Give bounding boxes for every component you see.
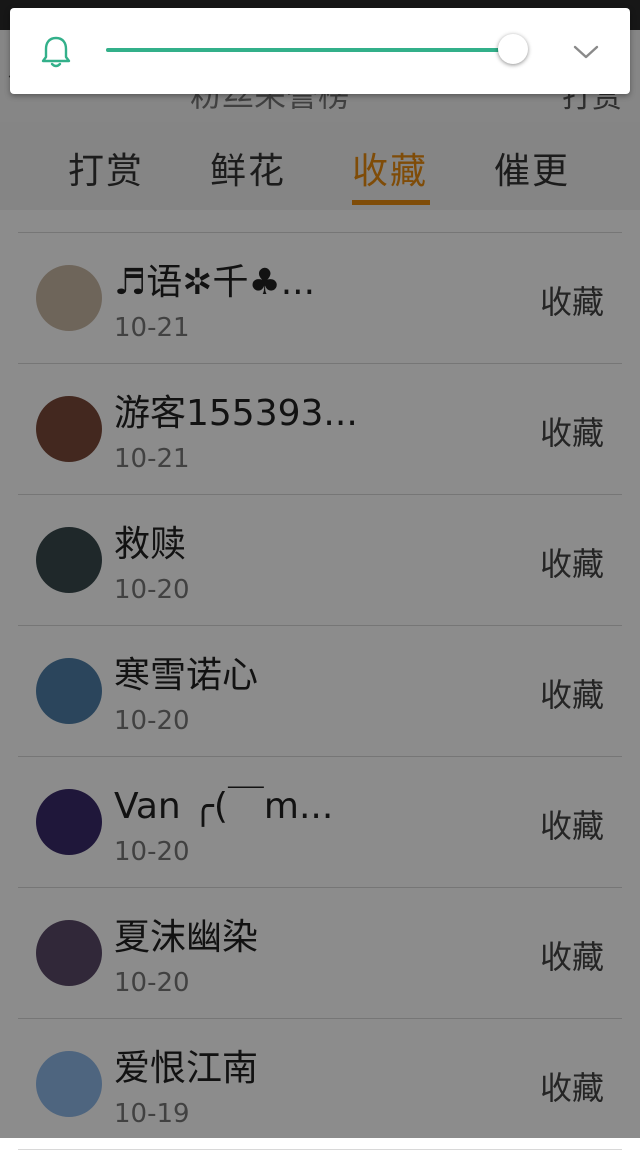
action-label: 收藏 (539, 938, 604, 976)
action-label: 收藏 (539, 1069, 604, 1107)
volume-fill (106, 48, 514, 52)
list-item[interactable]: 游客155393... 10-21 收藏 (18, 364, 622, 495)
tab-reward[interactable]: 打赏 (68, 142, 144, 194)
bell-icon[interactable] (38, 34, 74, 70)
avatar (36, 1051, 102, 1117)
user-name: 爱恨江南 (114, 1048, 259, 1089)
list-item[interactable]: ♬语✲千♣... 10-21 收藏 (18, 233, 622, 364)
list-item[interactable]: 夏沫幽染 10-20 收藏 (18, 888, 622, 1019)
date-label: 10-21 (114, 444, 190, 474)
volume-panel (10, 8, 630, 94)
volume-slider[interactable] (106, 34, 529, 64)
list-item[interactable]: 救赎 10-20 收藏 (18, 495, 622, 626)
user-name: 救赎 (114, 524, 187, 565)
date-label: 10-20 (114, 837, 190, 867)
action-label: 收藏 (539, 676, 604, 714)
list-item[interactable]: 寒雪诺心 10-20 收藏 (18, 626, 622, 757)
list-item[interactable]: Van ╭(￣m... 10-20 收藏 (18, 757, 622, 888)
user-name: 游客155393... (114, 393, 358, 434)
avatar (36, 658, 102, 724)
action-label: 收藏 (539, 414, 604, 452)
tab-urge-update[interactable]: 催更 (494, 142, 570, 194)
list-item[interactable]: 爱恨江南 10-19 收藏 (18, 1019, 622, 1150)
date-label: 10-21 (114, 313, 190, 343)
avatar (36, 527, 102, 593)
avatar (36, 920, 102, 986)
action-label: 收藏 (539, 545, 604, 583)
user-name: Van ╭(￣m... (114, 786, 334, 827)
avatar (36, 789, 102, 855)
avatar (36, 396, 102, 462)
avatar (36, 265, 102, 331)
date-label: 10-20 (114, 968, 190, 998)
active-tab-indicator (352, 200, 430, 205)
action-label: 收藏 (539, 283, 604, 321)
tab-flowers[interactable]: 鲜花 (210, 142, 286, 194)
user-name: ♬语✲千♣... (114, 262, 316, 303)
date-label: 10-20 (114, 575, 190, 605)
action-label: 收藏 (539, 807, 604, 845)
date-label: 10-20 (114, 706, 190, 736)
user-name: 寒雪诺心 (114, 655, 259, 696)
fan-list: ♬语✲千♣... 10-21 收藏 游客155393... 10-21 收藏 救… (0, 210, 640, 1150)
chevron-down-icon[interactable] (570, 36, 602, 68)
tab-favorite[interactable]: 收藏 (352, 142, 428, 194)
date-label: 10-19 (114, 1099, 190, 1129)
tab-bar: 打赏 鲜花 收藏 催更 (0, 122, 640, 211)
volume-thumb[interactable] (498, 34, 529, 64)
user-name: 夏沫幽染 (114, 917, 259, 958)
